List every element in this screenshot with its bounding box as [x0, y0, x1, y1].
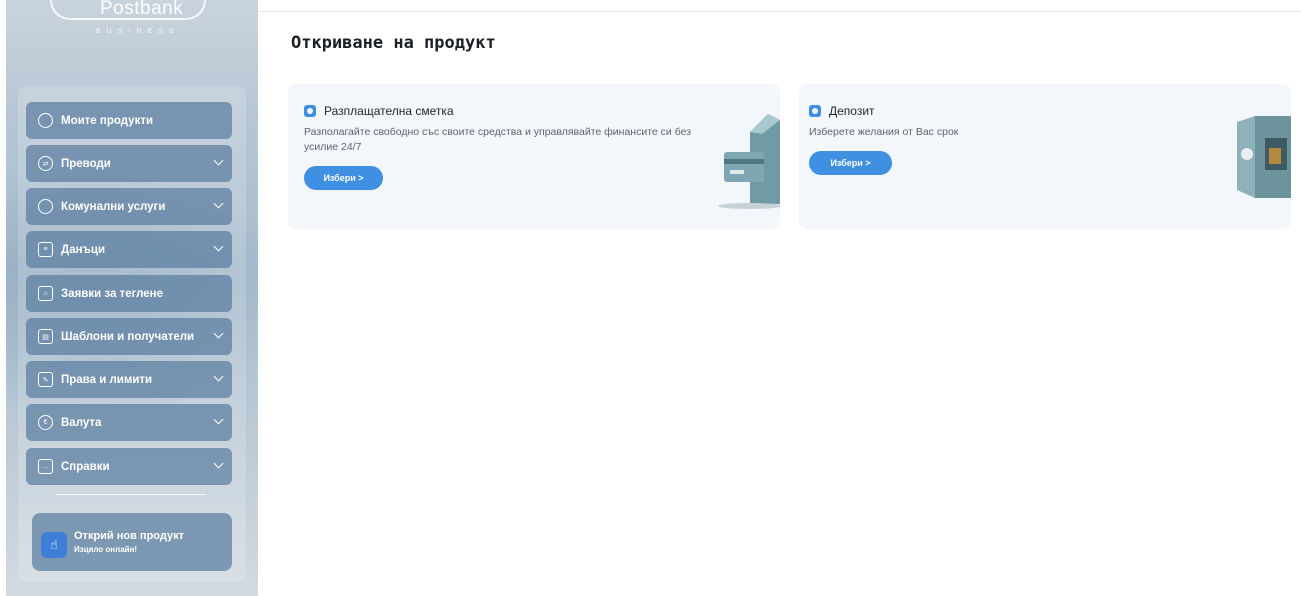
- sidebar-item-templates[interactable]: ▤ Шаблони и получатели: [26, 318, 232, 355]
- sidebar-item-currency[interactable]: € Валута: [26, 404, 232, 441]
- logo-text: Postbank: [100, 0, 184, 19]
- sidebar-item-taxes[interactable]: ≡ Данъци: [26, 231, 232, 268]
- sidebar-item-label: Справки: [61, 460, 110, 473]
- currency-icon: €: [38, 415, 53, 430]
- chevron-down-icon: [213, 155, 224, 166]
- product-card-current-account[interactable]: Разплащателна сметка Разполагайте свобод…: [288, 84, 780, 229]
- card-description: Разполагайте свободно със своите средств…: [304, 126, 692, 153]
- bank-card-illustration: [718, 114, 780, 209]
- chevron-down-icon: [213, 458, 224, 469]
- wallet-icon: [304, 105, 316, 117]
- sidebar-item-label: Данъци: [61, 243, 106, 256]
- hand-tap-icon: ☝: [41, 532, 67, 558]
- page-title: Откриване на продукт: [291, 33, 496, 53]
- card-title-text: Депозит: [829, 104, 875, 118]
- sidebar-item-label: Комунални услуги: [61, 200, 166, 213]
- sidebar-item-label: Шаблони и получатели: [61, 330, 195, 343]
- sidebar-item-utilities[interactable]: Комунални услуги: [26, 188, 232, 225]
- sidebar-item-my-products[interactable]: Моите продукти: [26, 102, 232, 139]
- sidebar: Postbank BUSINESS Моите продукти ⇄ Прево…: [6, 0, 258, 596]
- sidebar-item-reports[interactable]: … Справки: [26, 448, 232, 485]
- sidebar-item-label: Валута: [61, 416, 102, 429]
- chevron-down-icon: [213, 328, 224, 339]
- document-icon: ≡: [38, 242, 53, 257]
- safe-illustration: [1237, 116, 1291, 198]
- card-title: Разплащателна сметка: [304, 104, 454, 118]
- sidebar-item-withdrawal-requests[interactable]: ⌂ Заявки за теглене: [26, 275, 232, 312]
- sidebar-item-transfers[interactable]: ⇄ Преводи: [26, 145, 232, 182]
- bank-icon: ⌂: [38, 286, 53, 301]
- chevron-down-icon: [213, 241, 224, 252]
- sidebar-item-permissions[interactable]: ✎ Права и лимити: [26, 361, 232, 398]
- transfer-icon: ⇄: [38, 156, 53, 171]
- chevron-down-icon: [213, 371, 224, 382]
- open-new-product-button[interactable]: ☝ Открий нов продукт Изцяло онлайн!: [32, 513, 232, 571]
- chevron-down-icon: [213, 198, 224, 209]
- home-icon: [38, 113, 53, 128]
- chevron-down-icon: [213, 414, 224, 425]
- choose-button[interactable]: Избери >: [809, 151, 892, 175]
- reports-icon: …: [38, 459, 53, 474]
- card-description: Изберете желания от Вас срок: [809, 126, 959, 138]
- sidebar-item-label: Заявки за теглене: [61, 287, 163, 300]
- clipboard-icon: ▤: [38, 329, 53, 344]
- moneybag-icon: [809, 105, 821, 117]
- choose-button[interactable]: Избери >: [304, 166, 383, 190]
- postbank-logo[interactable]: Postbank BUSINESS: [50, 0, 206, 42]
- sidebar-divider: [56, 494, 206, 495]
- sidebar-item-label: Права и лимити: [61, 373, 153, 386]
- promo-subtitle: Изцяло онлайн!: [74, 545, 138, 554]
- permissions-icon: ✎: [38, 372, 53, 387]
- sidebar-item-label: Преводи: [61, 157, 111, 170]
- card-title: Депозит: [809, 104, 875, 118]
- header-divider: [258, 11, 1301, 12]
- card-title-text: Разплащателна сметка: [324, 104, 454, 118]
- promo-title: Открий нов продукт: [74, 530, 184, 542]
- product-card-deposit[interactable]: Депозит Изберете желания от Вас срок Изб…: [799, 84, 1291, 229]
- bulb-icon: [38, 199, 53, 214]
- sidebar-item-label: Моите продукти: [61, 114, 154, 127]
- logo-subtitle: BUSINESS: [96, 28, 180, 35]
